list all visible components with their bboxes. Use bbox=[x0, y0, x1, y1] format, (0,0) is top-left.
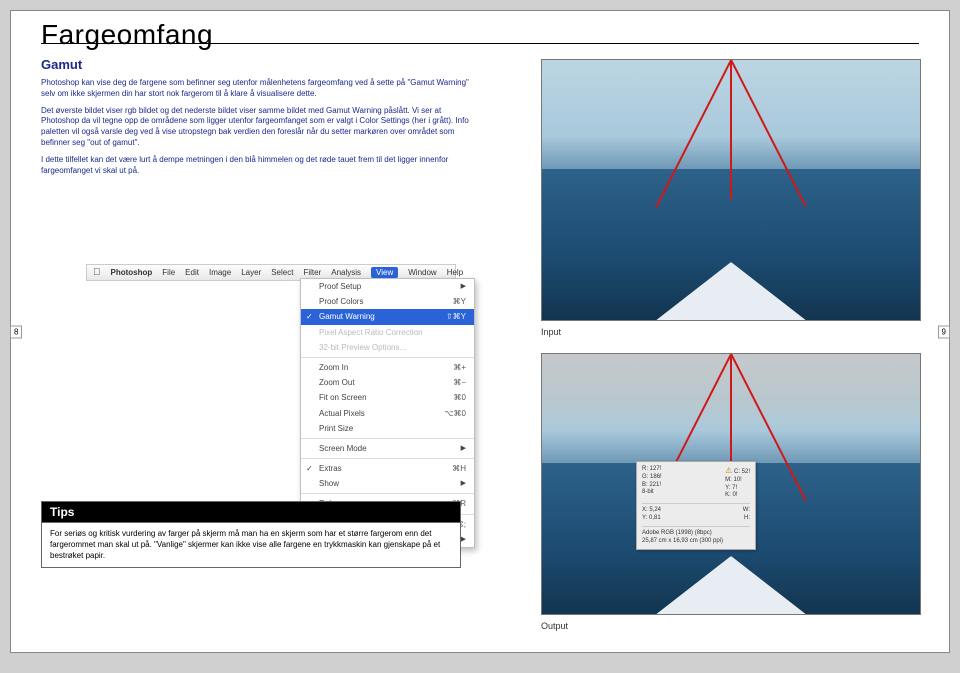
menuitem-fit-on-screen[interactable]: Fit on Screen⌘0 bbox=[301, 390, 474, 405]
menu-select[interactable]: Select bbox=[271, 268, 293, 277]
menuitem-proof-setup[interactable]: Proof Setup▶ bbox=[301, 279, 474, 294]
tips-heading: Tips bbox=[41, 501, 461, 522]
info-r-label: R: bbox=[642, 466, 648, 472]
page-number-left: 8 bbox=[10, 325, 22, 338]
menuitem-extras[interactable]: ✓Extras⌘H bbox=[301, 458, 474, 476]
menu-photoshop[interactable]: Photoshop bbox=[111, 268, 153, 277]
gamut-paragraph-2: Det øverste bildet viser rgb bildet og d… bbox=[41, 106, 471, 149]
title-block: Fargeomfang bbox=[41, 19, 213, 51]
gamut-paragraph-3: I dette tilfellet kan det være lurt å de… bbox=[41, 155, 471, 177]
menuitem-gamut-warning[interactable]: ✓Gamut Warning⇧⌘Y bbox=[301, 309, 474, 324]
tips-body: For seriøs og kritisk vurdering av farge… bbox=[41, 522, 461, 568]
menu-analysis[interactable]: Analysis bbox=[331, 268, 361, 277]
info-profile: Adobe RGB (1998) (8bpc) bbox=[642, 526, 750, 538]
section-gamut: Gamut Photoshop kan vise deg de fargene … bbox=[41, 51, 471, 176]
info-palette: R: 127! G: 186! B: 221! 8-bit ⚠ C: 52! M… bbox=[636, 461, 756, 550]
menu-help[interactable]: Help bbox=[447, 268, 463, 277]
menuitem-screen-mode[interactable]: Screen Mode▶ bbox=[301, 438, 474, 456]
gamut-warning-icon: ⚠ bbox=[725, 466, 732, 475]
page-title: Fargeomfang bbox=[41, 19, 213, 51]
page-number-right: 9 bbox=[938, 325, 950, 338]
menuitem-show[interactable]: Show▶ bbox=[301, 476, 474, 491]
menuitem-zoom-in[interactable]: Zoom In⌘+ bbox=[301, 357, 474, 375]
menuitem-pixel-aspect: Pixel Aspect Ratio Correction bbox=[301, 325, 474, 340]
menuitem-zoom-out[interactable]: Zoom Out⌘− bbox=[301, 375, 474, 390]
gamut-paragraph-1: Photoshop kan vise deg de fargene som be… bbox=[41, 78, 471, 100]
menu-window[interactable]: Window bbox=[408, 268, 436, 277]
title-rule bbox=[41, 43, 919, 44]
tips-box: Tips For seriøs og kritisk vurdering av … bbox=[41, 501, 461, 568]
menuitem-proof-colors[interactable]: Proof Colors⌘Y bbox=[301, 294, 474, 309]
figure-input bbox=[541, 59, 921, 321]
menu-filter[interactable]: Filter bbox=[303, 268, 321, 277]
section-heading: Gamut bbox=[41, 57, 471, 72]
page-spread: 8 9 Fargeomfang Gamut Photoshop kan vise… bbox=[10, 10, 950, 653]
menu-file[interactable]: File bbox=[162, 268, 175, 277]
figure-input-label: Input bbox=[541, 327, 561, 337]
menu-image[interactable]: Image bbox=[209, 268, 231, 277]
menuitem-32bit-preview: 32-bit Preview Options... bbox=[301, 340, 474, 355]
menuitem-actual-pixels[interactable]: Actual Pixels⌥⌘0 bbox=[301, 406, 474, 421]
menu-edit[interactable]: Edit bbox=[185, 268, 199, 277]
menu-view[interactable]: View bbox=[371, 267, 398, 278]
figure-output-label: Output bbox=[541, 621, 568, 631]
menu-layer[interactable]: Layer bbox=[241, 268, 261, 277]
apple-icon:  bbox=[93, 267, 101, 278]
menuitem-print-size[interactable]: Print Size bbox=[301, 421, 474, 436]
info-dims: 25,87 cm x 16,93 cm (300 ppi) bbox=[642, 538, 750, 546]
